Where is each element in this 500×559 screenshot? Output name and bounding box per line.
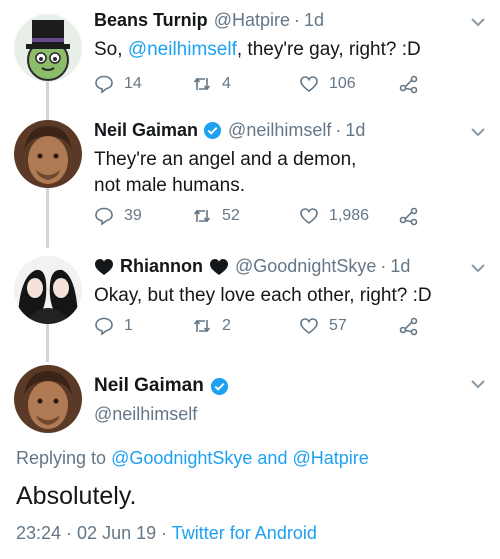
tweet-text-suffix: , they're gay, right? :D — [236, 39, 421, 60]
verified-badge-icon — [210, 377, 228, 395]
rhiannon-avatar-image — [14, 256, 82, 324]
retweet-icon — [193, 319, 211, 333]
avatar[interactable] — [14, 120, 82, 188]
tweet-time[interactable]: 1d — [345, 120, 365, 141]
tweet-text: So, @neilhimself, they're gay, right? :D — [94, 37, 484, 63]
user-handle[interactable]: @Hatpire — [214, 10, 290, 31]
tweet-text: They're an angel and a demon, not male h… — [94, 149, 357, 196]
reply-icon — [95, 75, 113, 94]
reply-icon — [95, 207, 113, 226]
reply-button[interactable]: 14 — [94, 74, 142, 94]
tweet-header: Rhiannon @GoodnightSkye · 1d — [94, 256, 410, 277]
tweet-source-link[interactable]: Twitter for Android — [172, 523, 317, 543]
chevron-down-icon[interactable] — [470, 126, 486, 138]
tweet-actions: 14 4 106 — [94, 74, 474, 98]
tweet-actions: 1 2 57 — [94, 316, 474, 340]
share-icon — [399, 75, 418, 94]
tweet-text-prefix: So, — [94, 39, 128, 60]
focus-tweet-text: Absolutely. — [16, 482, 137, 510]
mention-link[interactable]: @neilhimself — [128, 39, 237, 60]
share-icon — [399, 317, 418, 336]
user-handle[interactable]: @GoodnightSkye — [235, 256, 376, 277]
verified-badge-icon — [203, 121, 222, 140]
retweet-count: 52 — [222, 207, 240, 224]
retweet-icon — [193, 209, 211, 223]
chevron-down-icon[interactable] — [470, 16, 486, 28]
neil-gaiman-avatar-image — [14, 120, 82, 188]
mention-link[interactable]: @Hatpire — [292, 448, 368, 468]
avatar[interactable] — [14, 14, 82, 82]
separator-dot: · — [294, 10, 300, 30]
beans-turnip-avatar-image — [14, 14, 82, 82]
tweet-header: Neil Gaiman @neilhimself · 1d — [94, 120, 365, 141]
black-heart-icon — [210, 258, 228, 275]
display-name[interactable]: Rhiannon — [120, 256, 203, 277]
reply-button[interactable]: 39 — [94, 206, 142, 226]
chevron-down-icon[interactable] — [470, 262, 486, 274]
tweet-text: Okay, but they love each other, right? :… — [94, 285, 432, 306]
share-button[interactable] — [399, 316, 429, 336]
separator-dot: · — [380, 256, 387, 276]
display-name[interactable]: Beans Turnip — [94, 10, 208, 31]
retweet-count: 2 — [222, 317, 231, 334]
tweet[interactable]: Neil Gaiman @neilhimself · 1d They're an… — [0, 120, 500, 240]
share-button[interactable] — [399, 206, 429, 226]
focus-display-name-row: Neil Gaiman — [94, 375, 229, 397]
avatar[interactable] — [14, 365, 82, 433]
like-button[interactable]: 1,986 — [299, 206, 369, 226]
like-button[interactable]: 57 — [299, 316, 347, 336]
heart-icon — [300, 208, 318, 225]
tweet-header: Beans Turnip @Hatpire · 1d — [94, 10, 324, 31]
tweet-timestamp[interactable]: 23:24 · 02 Jun 19 · — [16, 523, 172, 543]
retweet-button[interactable]: 52 — [192, 206, 240, 226]
replying-to: Replying to @GoodnightSkye and @Hatpire — [16, 448, 369, 469]
tweet-time[interactable]: 1d — [390, 256, 410, 277]
tweet[interactable]: Rhiannon @GoodnightSkye · 1d Okay, but t… — [0, 256, 500, 356]
tweet[interactable]: Beans Turnip @Hatpire · 1d So, @neilhims… — [0, 10, 500, 110]
user-handle[interactable]: @neilhimself — [228, 120, 331, 141]
avatar[interactable] — [14, 256, 82, 324]
chevron-down-icon[interactable] — [470, 378, 486, 390]
mention-link[interactable]: @GoodnightSkye — [111, 448, 252, 468]
reply-count: 14 — [124, 75, 142, 92]
share-button[interactable] — [399, 74, 429, 94]
like-button[interactable]: 106 — [299, 74, 356, 94]
retweet-count: 4 — [222, 75, 231, 92]
reply-count: 1 — [124, 317, 133, 334]
replying-and: and — [252, 448, 293, 468]
display-name[interactable]: Neil Gaiman — [94, 120, 198, 141]
like-count: 57 — [329, 317, 347, 334]
tweet-actions: 39 52 1,986 — [94, 206, 474, 230]
reply-count: 39 — [124, 207, 142, 224]
retweet-button[interactable]: 2 — [192, 316, 231, 336]
heart-icon — [300, 318, 318, 335]
retweet-icon — [193, 77, 211, 91]
separator-dot: · — [335, 120, 342, 140]
retweet-button[interactable]: 4 — [192, 74, 231, 94]
neil-gaiman-avatar-image — [14, 365, 82, 433]
black-heart-icon — [95, 258, 113, 275]
display-name[interactable]: Neil Gaiman — [94, 375, 204, 397]
user-handle[interactable]: @neilhimself — [94, 404, 197, 425]
tweet-metadata: 23:24 · 02 Jun 19 · Twitter for Android — [16, 523, 317, 544]
replying-prefix: Replying to — [16, 448, 112, 468]
tweet-time[interactable]: 1d — [304, 10, 324, 31]
reply-button[interactable]: 1 — [94, 316, 133, 336]
like-count: 1,986 — [329, 207, 370, 224]
like-count: 106 — [329, 75, 356, 92]
share-icon — [399, 207, 418, 226]
heart-icon — [300, 76, 318, 93]
reply-icon — [95, 317, 113, 336]
